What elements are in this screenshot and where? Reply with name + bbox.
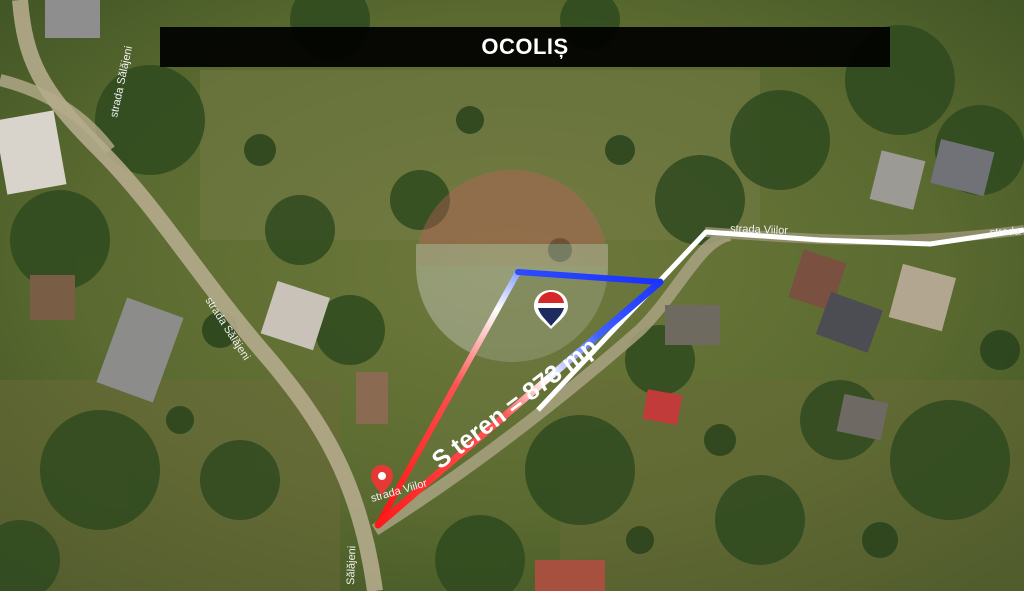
street-label-viilor-edge: strada	[990, 225, 1022, 239]
title-banner: OCOLIȘ	[160, 27, 890, 67]
street-label-viilor-top: strada Viilor	[730, 223, 789, 237]
map-imagery: strada Sălăjeni strada Sălăjeni Sălăjeni…	[0, 0, 1024, 591]
street-label-salajeni-bottom: Sălăjeni	[345, 546, 358, 586]
page-title: OCOLIȘ	[481, 34, 569, 59]
satellite-map[interactable]: strada Sălăjeni strada Sălăjeni Sălăjeni…	[0, 0, 1024, 591]
